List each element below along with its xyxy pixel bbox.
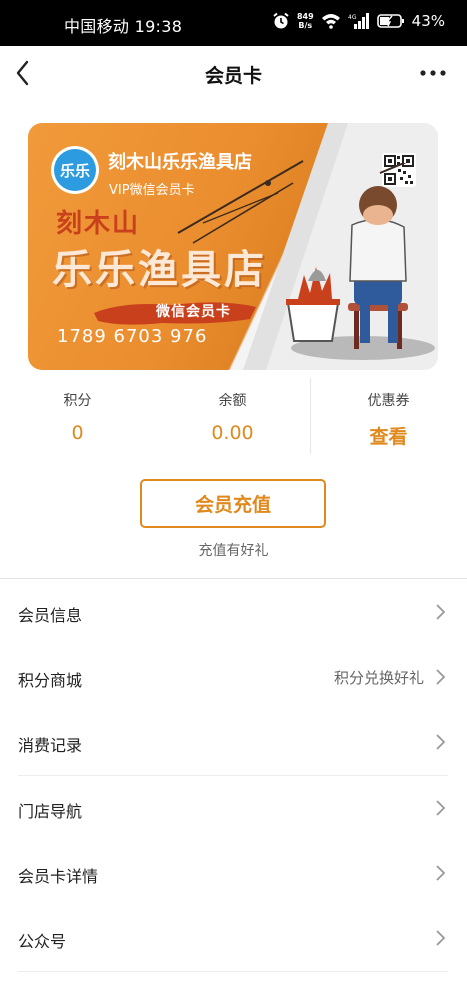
- stat-coupons[interactable]: 优惠券 查看: [311, 378, 466, 449]
- menu-divider: [18, 971, 448, 972]
- more-dots-icon[interactable]: [419, 60, 447, 86]
- stat-points-value: 0: [71, 422, 84, 444]
- menu-item-consumption-records[interactable]: 消费记录: [0, 710, 467, 774]
- fisherman-illustration: [286, 163, 435, 360]
- svg-text:4G: 4G: [348, 14, 357, 21]
- card-brand-line1: 刻木山: [56, 209, 141, 239]
- store-logo-text: 乐乐: [54, 149, 96, 191]
- card-subtitle: VIP微信会员卡: [109, 183, 195, 198]
- menu-label: 门店导航: [18, 802, 83, 821]
- stat-balance-value: 0.00: [211, 422, 254, 444]
- card-badge: 微信会员卡: [156, 304, 231, 320]
- chevron-right-icon: [436, 865, 446, 881]
- menu-label: 会员卡详情: [18, 867, 99, 886]
- network-speed: 849 B/s: [297, 12, 314, 30]
- speed-value: 849: [296, 12, 314, 21]
- carrier-time: 中国移动 19:38: [64, 17, 183, 36]
- chevron-right-icon: [436, 930, 446, 946]
- stat-coupons-label: 优惠券: [367, 393, 410, 409]
- stat-balance-label: 余额: [218, 393, 247, 409]
- menu-item-member-info[interactable]: 会员信息: [0, 580, 467, 644]
- menu-label: 消费记录: [18, 736, 83, 755]
- chevron-right-icon: [436, 800, 446, 816]
- member-stats: 积分 0 余额 0.00 优惠券 查看: [0, 378, 467, 458]
- recharge-button[interactable]: 会员充值: [140, 479, 326, 528]
- status-icons: 849 B/s 4G 43%: [272, 12, 445, 30]
- card-number: 1789 6703 976: [57, 326, 208, 347]
- menu-item-official-account[interactable]: 公众号: [0, 906, 467, 970]
- nav-bar: 会员卡: [0, 46, 467, 102]
- membership-card[interactable]: 乐乐 刻木山乐乐渔具店 VIP微信会员卡 刻木山 乐乐渔具店 微信会员卡 178…: [28, 123, 438, 370]
- chevron-right-icon: [436, 604, 446, 620]
- menu-extra-text: 积分兑换好礼: [333, 669, 424, 687]
- alarm-icon: [273, 12, 289, 29]
- chevron-right-icon: [436, 734, 446, 750]
- store-name: 刻木山乐乐渔具店: [108, 152, 252, 173]
- card-brand-line2: 乐乐渔具店: [52, 247, 267, 293]
- stat-balance[interactable]: 余额 0.00: [155, 378, 310, 444]
- status-bar: 中国移动 19:38 849 B/s 4G 43%: [0, 0, 467, 46]
- wifi-icon: [321, 14, 340, 29]
- menu-label: 会员信息: [18, 606, 83, 625]
- view-coupons-link[interactable]: 查看: [311, 422, 466, 449]
- menu-label: 积分商城: [18, 671, 83, 690]
- speed-unit: B/s: [298, 21, 313, 30]
- page-title: 会员卡: [204, 65, 262, 87]
- signal-icon: 4G: [348, 13, 369, 29]
- store-logo: 乐乐: [51, 146, 99, 194]
- battery-icon: [376, 14, 404, 28]
- stat-points[interactable]: 积分 0: [0, 378, 155, 444]
- stat-points-label: 积分: [63, 393, 92, 409]
- menu-item-store-navigation[interactable]: 门店导航: [0, 776, 467, 840]
- menu-item-card-details[interactable]: 会员卡详情: [0, 841, 467, 905]
- menu-label: 公众号: [18, 932, 67, 951]
- section-divider: [0, 578, 467, 579]
- battery-percent: 43%: [411, 12, 445, 30]
- menu-item-points-mall[interactable]: 积分商城 积分兑换好礼: [0, 645, 467, 709]
- chevron-right-icon: [436, 669, 446, 685]
- recharge-tip: 充值有好礼: [198, 543, 269, 559]
